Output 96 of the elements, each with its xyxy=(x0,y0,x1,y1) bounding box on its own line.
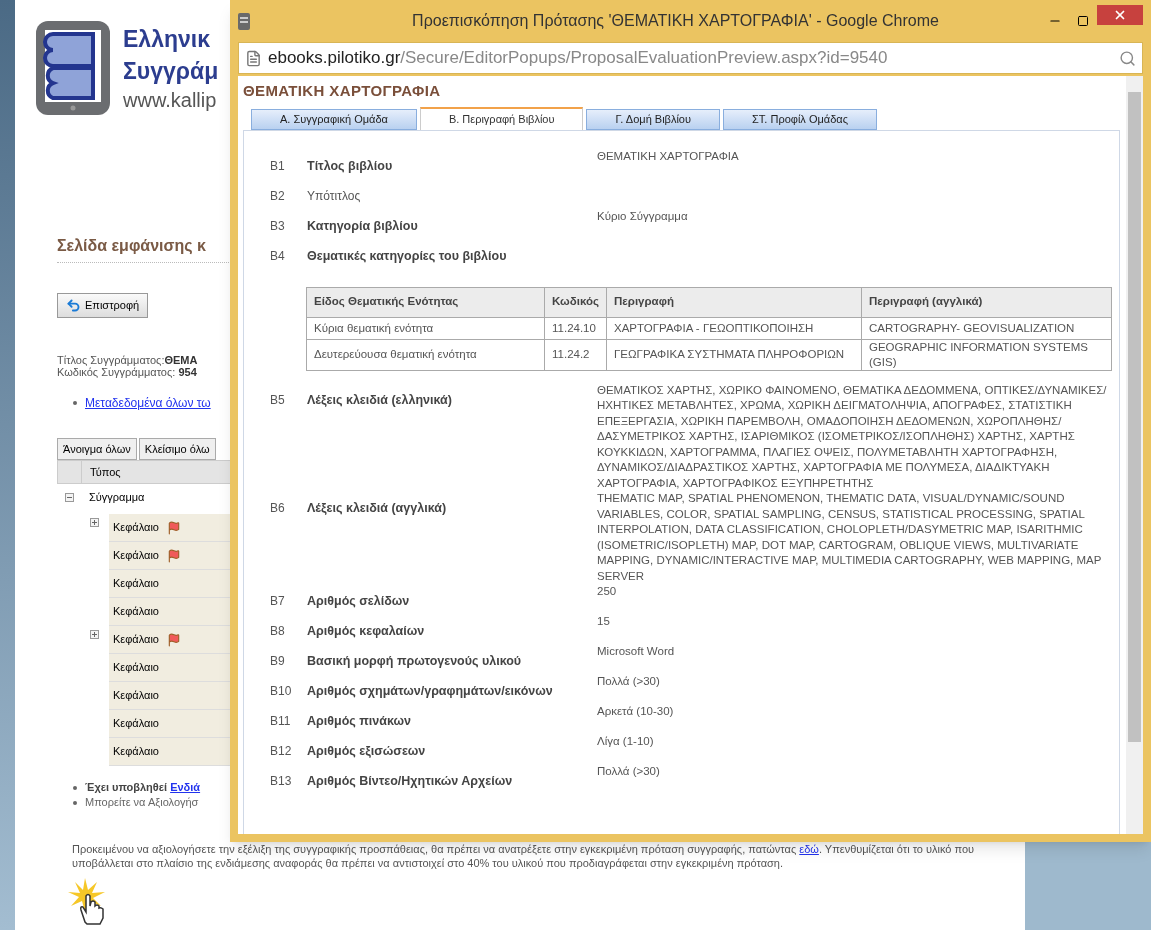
instruction-paragraph: Προκειμένου να αξιολογήσετε την εξέλιξη της συγγραφικής προσπάθειας, θα πρέπει να ανατρέξετε στην εγκεκριμένη πρόταση συγγραφής, πατώντας εδώ. Υπενθυμίζεται ότι το υλικό που υποβάλλεται στο πλαίσιο της ενδιάμεσης αναφοράς θα πρέπει να αντιστοιχεί στο 40% του υλικού που προδιαγράφεται στην εγκεκριμένη πρόταση. xyxy=(72,842,976,870)
field-code: B1 xyxy=(270,157,286,175)
return-arrow-icon xyxy=(66,298,81,313)
field-code: B7 xyxy=(270,593,286,611)
field-code: B4 xyxy=(270,247,286,265)
table-cell: 11.24.2 xyxy=(544,339,607,371)
table-cell: CARTOGRAPHY- GEOVISUALIZATION xyxy=(861,317,1112,340)
field-code: B2 xyxy=(270,187,286,205)
table-cell: GEOGRAPHIC INFORMATION SYSTEMS (GIS) xyxy=(861,339,1112,371)
site-url: www.kallip xyxy=(123,88,218,113)
info-text: Τίτλος Συγγράμματος:ΘΕΜΑ xyxy=(57,354,198,366)
field-code: B13 xyxy=(270,773,293,791)
field-code: B12 xyxy=(270,743,293,761)
tree-node[interactable]: Κεφάλαιο xyxy=(113,659,159,676)
field-label: Τίτλος βιβλίου xyxy=(307,157,394,175)
field-label: Κατηγορία βιβλίου xyxy=(307,217,419,235)
window-icon xyxy=(238,12,250,30)
field-value: 250 xyxy=(597,584,618,600)
field-label: Βασική μορφή πρωτογενούς υλικού xyxy=(307,653,523,671)
tree-node[interactable]: Σύγγραμμα xyxy=(81,488,153,506)
field-label: Αριθμός εξισώσεων xyxy=(307,743,427,761)
tab[interactable]: ΣΤ. Προφίλ Ομάδας xyxy=(723,108,877,130)
field-label: Αριθμός σελίδων xyxy=(307,593,411,611)
table-header: Περιγραφή xyxy=(606,287,862,317)
field-value: ΘΕΜΑΤΙΚΗ ΧΑΡΤΟΓΡΑΦΙΑ xyxy=(597,148,740,164)
field-value: Κύριο Σύγγραμμα xyxy=(597,208,689,224)
field-label: Θεματικές κατηγορίες του βιβλίου xyxy=(307,247,508,265)
tree-node[interactable]: Κεφάλαιο xyxy=(113,603,159,620)
field-value: Microsoft Word xyxy=(597,644,676,660)
page-icon xyxy=(245,49,262,67)
field-label: Αριθμός πινάκων xyxy=(307,713,412,731)
site-title: Ελληνικ xyxy=(123,25,211,54)
window-title: Προεπισκόπηση Πρότασης 'ΘΕΜΑΤΙΚΗ ΧΑΡΤΟΓΡΑΦΙΑ' - Google Chrome xyxy=(411,11,940,31)
here-link[interactable]: εδώ xyxy=(799,843,819,855)
table-cell: 11.24.10 xyxy=(544,317,607,340)
field-label: Αριθμός Βίντεο/Ηχητικών Αρχείων xyxy=(307,773,514,791)
collapse-icon[interactable] xyxy=(64,492,74,502)
field-code: B8 xyxy=(270,623,286,641)
tab[interactable]: Β. Περιγραφή Βιβλίου xyxy=(419,106,584,130)
address-bar[interactable]: ebooks.pilotiko.gr/Secure/EditorPopups/ProposalEvaluationPreview.aspx?id=9540 xyxy=(238,42,1143,74)
table-cell: ΓΕΩΓΡΑΦΙΚΑ ΣΥΣΤΗΜΑΤΑ ΠΛΗΡΟΦΟΡΙΩΝ xyxy=(606,339,862,371)
info-text: Κωδικός Συγγράμματος: 954 xyxy=(57,366,197,378)
field-code: B5 xyxy=(270,391,286,409)
column-header: Τύπος xyxy=(89,465,122,480)
tree-node[interactable]: Κεφάλαιο xyxy=(113,547,159,564)
metadata-link[interactable]: Μεταδεδομένα όλων τω xyxy=(85,394,211,412)
field-value: Λίγα (1-10) xyxy=(597,734,655,750)
field-label: Λέξεις κλειδιά (αγγλικά) xyxy=(307,500,448,518)
table-cell: Δευτερεύουσα θεματική ενότητα xyxy=(306,339,545,371)
tab[interactable]: Γ. Δομή Βιβλίου xyxy=(586,108,720,130)
back-button[interactable]: Επιστροφή xyxy=(57,293,149,318)
field-code: B6 xyxy=(270,500,286,518)
field-value: ΘΕΜΑΤΙΚΟΣ ΧΑΡΤΗΣ, ΧΩΡΙΚΟ ΦΑΙΝΟΜΕΝΟ, ΘΕΜΑΤΙΚΑ ΔΕΔΟΜΜΕΝΑ, ΟΠΤΙΚΕΣ/ΔΥΝΑΜΙΚΕΣ/ΗΧΗΤΙΚΕΣ ΜΕΤΑΒΛΗΤΕΣ, ΧΡΩΜΑ, ΧΩΡΙΚΗ ΔΕΙΓΜΑΤΟΛΗΨΙΑ, ΑΠΟΓΡΑΦΕΣ, ΣΤΑΤΙΣΤΙΚΗ ΕΠΕΞΕΡΓΑΣΙΑ, ΧΩΡΙΚΗ ΠΑΡΕΜΒΟΛΗ, ΟΜΑΔΟΠΟΙΗΣΗ ΔΕΔΟΜΕΝΩΝ, ΧΩΡΟΠΛΗΘΗΣ/ΔΑΣΥΜΕΤΡΙΚΟΣ ΧΑΡΤΗΣ, ΙΣΑΡΙΘΜΙΚΟΣ (ΙΣΟΜΕΤΡΙΚΟΣ/ΙΣΟΠΛΗΘΗΣ) ΧΑΡΤΗΣ, ΧΑΡΤΗΣ ΚΟΥΚΚΙΔΩΝ, ΧΑΡΤΟΓΡΑΜΜΑ, ΠΛΑΓΙΕΣ ΟΨΕΙΣ, ΠΟΛΥΜΕΤΑΒΛΗΤΗ ΧΑΡΤΟΓΡΑΦΗΣΗ, ΔΥΝΑΜΙΚΟΣ/ΔΙΑΔΡΑΣΤΙΚΟΣ ΧΑΡΤΗΣ, ΧΑΡΤΟΓΡΑΦΙΑ ΜΕ ΠΟΛΥΜΕΣΑ, ΔΙΑΔΙΚΤΥΑΚΗ ΧΑΡΤΟΓΡΑΦΙΑ, ΧΑΡΤΟΓΡΑΦΙΚΟΣ ΕΞΥΠΗΡΕΤΗΤΗΣ xyxy=(597,382,1107,491)
field-code: B10 xyxy=(270,683,293,701)
table-cell: ΧΑΡΤΟΓΡΑΦΙΑ - ΓΕΩΟΠΤΙΚΟΠΟΙΗΣΗ xyxy=(606,317,862,340)
tree-node[interactable]: Κεφάλαιο xyxy=(113,631,159,648)
table-header: Περιγραφή (αγγλικά) xyxy=(861,287,1112,317)
search-icon xyxy=(1119,49,1136,67)
report-link[interactable]: Ενδιά xyxy=(170,781,201,793)
field-value: 15 xyxy=(597,614,611,630)
url-text: ebooks.pilotiko.gr/Secure/EditorPopups/ProposalEvaluationPreview.aspx?id=9540 xyxy=(268,47,889,70)
tree-node[interactable]: Κεφάλαιο xyxy=(113,743,159,760)
tree-toggle-button[interactable]: Κλείσιμο όλω xyxy=(138,438,216,460)
field-label: Αριθμός σχημάτων/γραφημάτων/εικόνων xyxy=(307,683,554,701)
status-text: Μπορείτε να Αξιολογήσ xyxy=(85,795,199,810)
expand-icon[interactable] xyxy=(90,630,99,639)
proposal-heading: ΘΕΜΑΤΙΚΗ ΧΑΡΤΟΓΡΑΦΙΑ xyxy=(243,81,442,101)
field-label: Αριθμός κεφαλαίων xyxy=(307,623,426,641)
tree-node[interactable]: Κεφάλαιο xyxy=(113,575,159,592)
tree-toggle-button[interactable]: Άνοιγμα όλων xyxy=(57,438,137,460)
close-icon xyxy=(1113,8,1127,22)
site-title: Συγγράμ xyxy=(123,57,219,86)
field-label: Λέξεις κλειδιά (ελληνικά) xyxy=(307,391,453,409)
tab[interactable]: Α. Συγγραφική Ομάδα xyxy=(251,108,417,130)
field-code: B3 xyxy=(270,217,286,235)
field-value: Αρκετά (10-30) xyxy=(597,704,675,720)
field-value: Πολλά (>30) xyxy=(597,764,661,780)
status-text: Έχει υποβληθεί Ενδιά xyxy=(85,780,201,795)
book-logo-icon xyxy=(35,20,111,116)
field-code: B9 xyxy=(270,653,286,671)
tree-node[interactable]: Κεφάλαιο xyxy=(113,519,159,536)
bullet-icon xyxy=(73,800,77,805)
field-code: B11 xyxy=(270,713,292,731)
bullet-icon xyxy=(73,401,77,405)
field-label: Υπότιτλος xyxy=(307,187,362,205)
expand-icon[interactable] xyxy=(90,518,99,527)
table-header: Κωδικός xyxy=(544,287,607,317)
tree-node[interactable]: Κεφάλαιο xyxy=(113,687,159,704)
field-value: Πολλά (>30) xyxy=(597,674,661,690)
bullet-icon xyxy=(73,785,77,790)
scrollbar[interactable] xyxy=(1126,76,1143,834)
tree-node[interactable]: Κεφάλαιο xyxy=(113,715,159,732)
table-cell: Κύρια θεματική ενότητα xyxy=(306,317,545,340)
maximize-icon xyxy=(1077,15,1089,27)
field-value: THEMATIC MAP, SPATIAL PHENOMENON, THEMATIC DATA, VISUAL/DYNAMIC/SOUND VARIABLES, COLOR, SPATIAL SAMPLING, CENSUS, STATISTICAL PROCESSING, SPATIAL INTERPOLATION, DATA CLASSIFICATION, CHOLOPLETH/DASYMETRIC MAP, ISARITHMIC (ISOMETRIC/ISOPLETH) MAP, DOT MAP, CARTOGRAM, OBLIQUE VIEWS, MULTIVARIATE MAPPING, DYNAMIC/INTERACTIVE MAP, MULTIMEDIA CARTOGRAPHY, WEB MAPPING, MAP SERVER xyxy=(597,491,1103,584)
table-header: Είδος Θεματικής Ενότητας xyxy=(306,287,545,317)
